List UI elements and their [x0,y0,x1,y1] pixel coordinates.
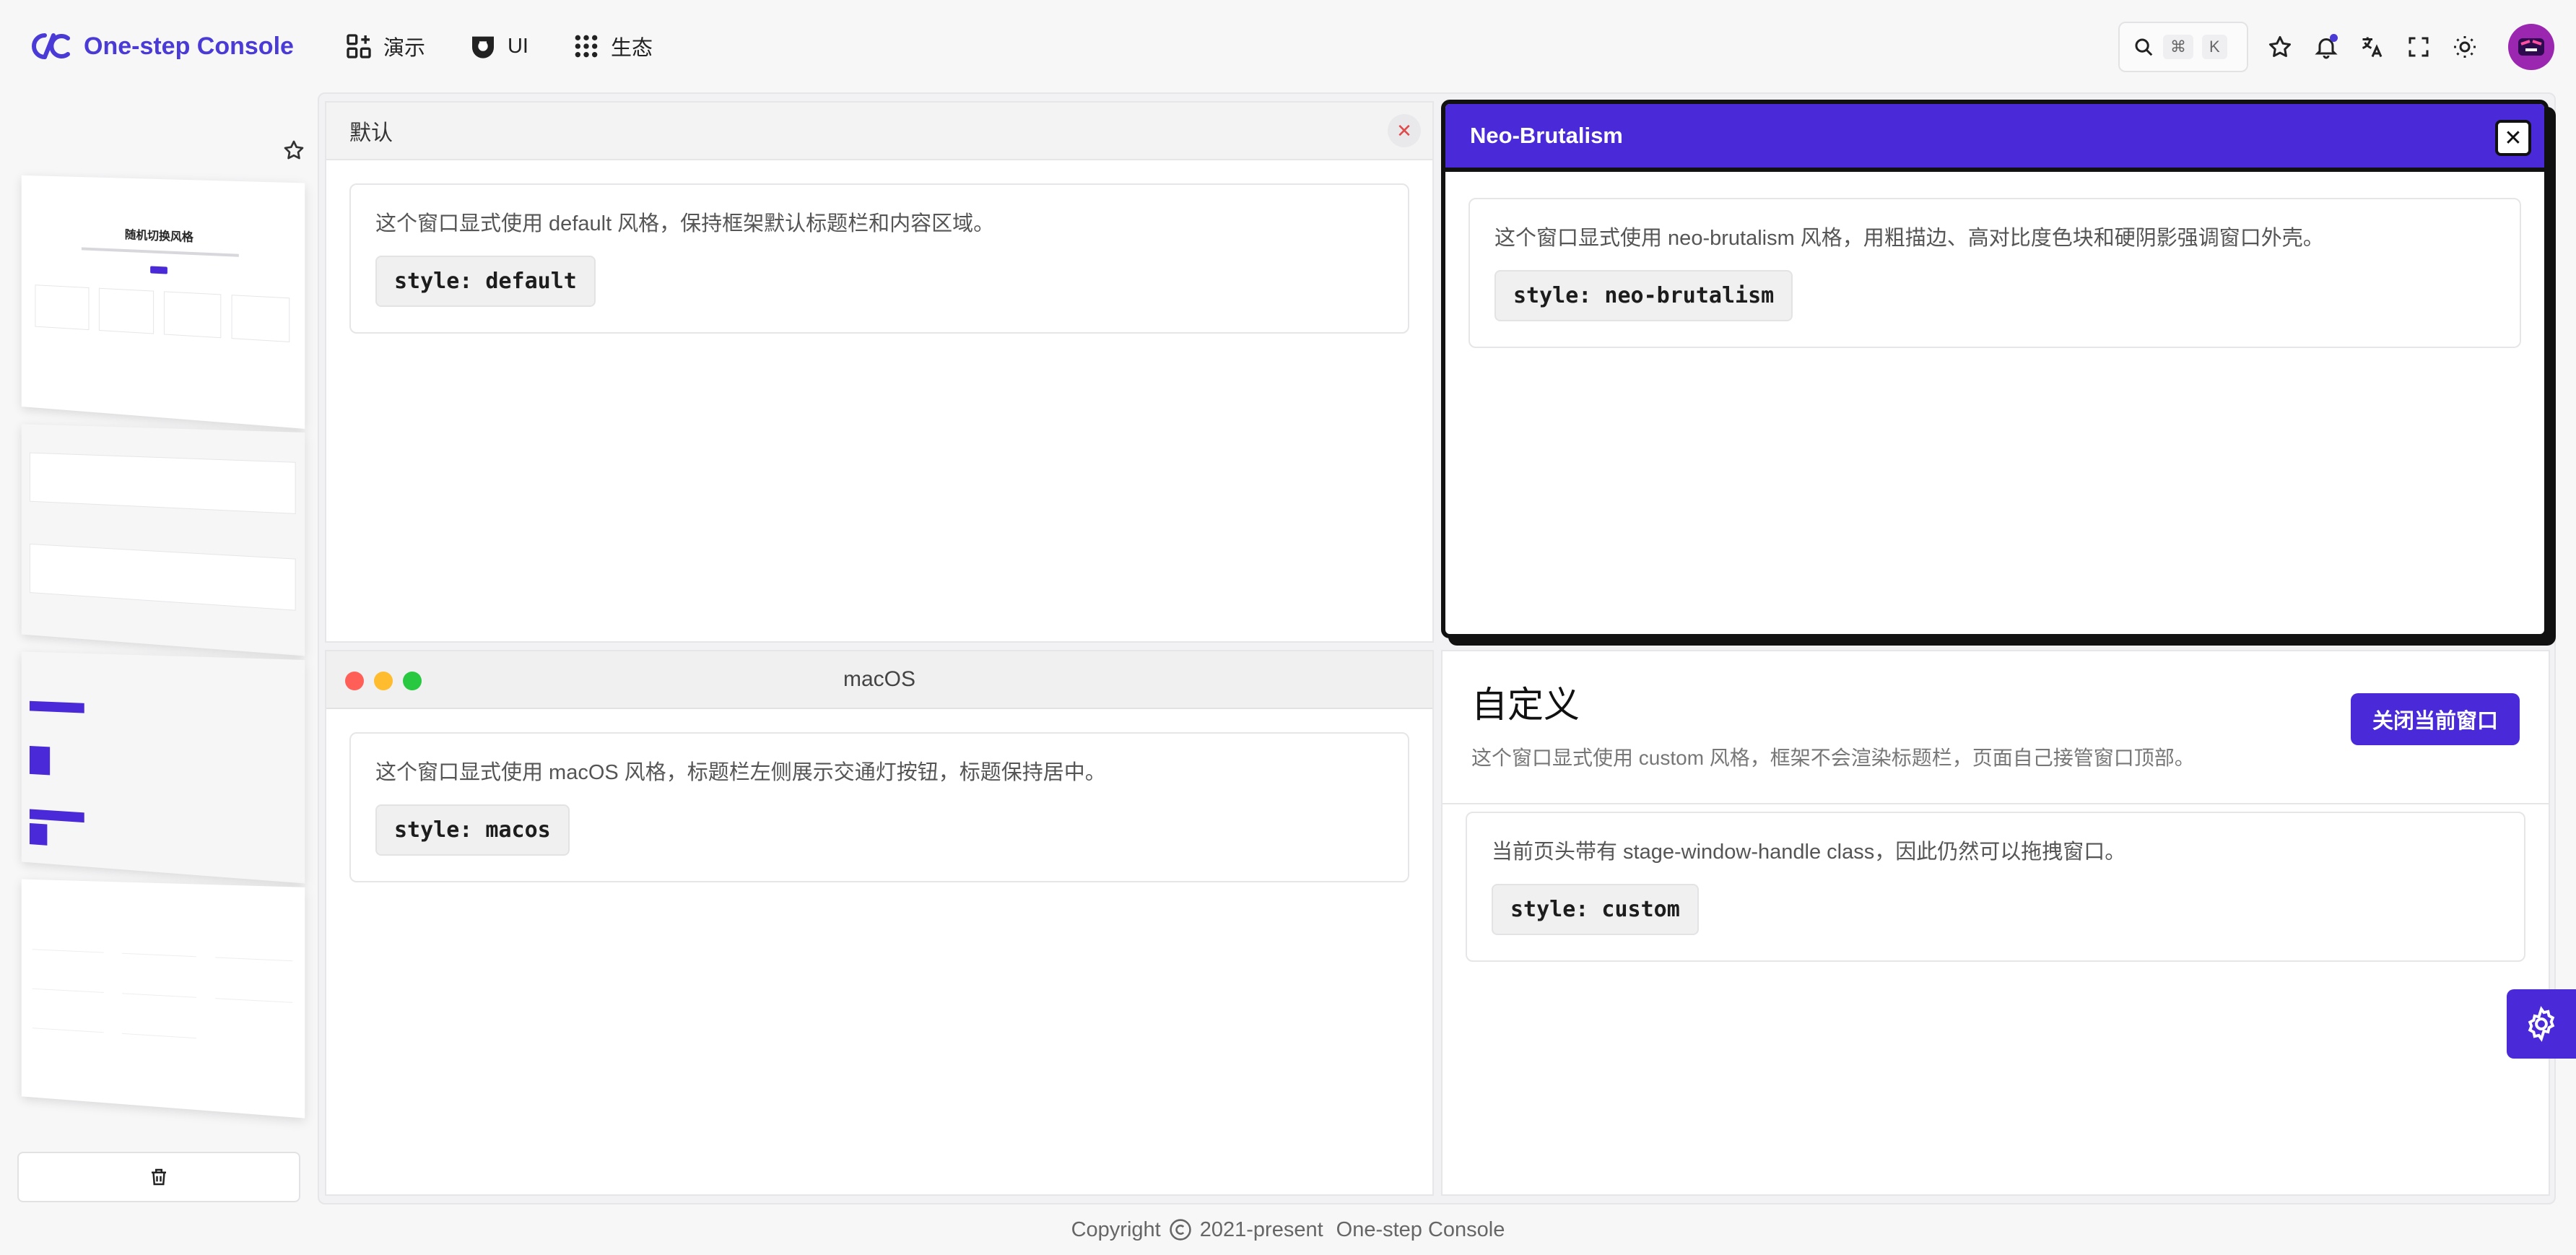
notification-dot [2330,34,2338,42]
traffic-lights [345,672,422,690]
window-title: Neo-Brutalism [1470,123,1623,148]
translate-icon [2362,37,2383,58]
brand[interactable]: One-step Console [29,31,294,61]
window-close-button[interactable]: ✕ [1388,114,1421,147]
brand-name: One-step Console [84,32,294,60]
gear-icon [2528,1006,2555,1042]
nav-item-label: 生态 [610,37,653,60]
thumbnail-stack: 随机切换风格 [16,175,305,1219]
window-macos[interactable]: macOS 这个窗口显式使用 macOS 风格，标题栏左侧展示交通灯按钮，标题保… [325,650,1434,1196]
pin-favorite-button[interactable] [278,134,310,166]
maximize-traffic-light[interactable] [403,672,422,690]
settings-button[interactable] [2507,989,2576,1059]
fullscreen-icon [2409,37,2429,57]
window-close-button[interactable]: ✕ [2495,120,2531,156]
avatar[interactable] [2508,24,2554,70]
notification-button[interactable] [2312,32,2341,61]
clear-windows-button[interactable] [17,1152,300,1202]
brand-logo-icon [32,33,70,59]
window-custom[interactable]: 自定义 这个窗口显式使用 custom 风格，框架不会渲染标题栏，页面自己接管窗… [1441,650,2550,1196]
close-traffic-light[interactable] [345,672,364,690]
style-code-chip: style: custom [1492,884,1699,935]
main-nav: 演示 UI 生态 [344,31,653,61]
close-current-window-button[interactable]: 关闭当前窗口 [2350,693,2520,745]
card-description: 这个窗口显式使用 default 风格，保持框架默认标题栏和内容区域。 [375,212,995,235]
copyright-label: Copyright [1071,1217,1161,1241]
window-thumbnail[interactable] [21,424,305,656]
style-code-chip: style: neo-brutalism [1494,270,1793,321]
window-titlebar[interactable]: 默认 [326,103,1432,160]
copyright-owner[interactable]: One-step Console [1336,1218,1505,1242]
minimize-traffic-light[interactable] [374,672,393,690]
shortcut-k-key: K [2202,35,2227,59]
language-button[interactable] [2358,32,2387,61]
window-title: 默认 [349,121,393,145]
window-title: macOS [843,667,916,691]
window-titlebar[interactable]: Neo-Brutalism [1445,104,2544,172]
nav-item-demo[interactable]: 演示 [344,31,425,61]
card-description: 这个窗口显式使用 neo-brutalism 风格，用粗描边、高对比度色块和硬阴… [1494,227,2324,250]
theme-toggle-button[interactable] [2450,32,2479,61]
shortcut-cmd-key: ⌘ [2163,35,2193,59]
nav-item-label: 演示 [383,37,425,60]
footer: Copyright 2021-present One-step Console [0,1213,2576,1246]
copyright-icon [1170,1219,1191,1241]
content-card: 当前页头带有 stage-window-handle class，因此仍然可以拖… [1466,812,2525,962]
card-description: 这个窗口显式使用 macOS 风格，标题栏左侧展示交通灯按钮，标题保持居中。 [375,761,1106,784]
window-thumbnail[interactable]: 随机切换风格 [21,175,305,429]
window-default[interactable]: 默认 ✕ 这个窗口显式使用 default 风格，保持框架默认标题栏和内容区域。… [325,101,1434,643]
content-card: 这个窗口显式使用 macOS 风格，标题栏左侧展示交通灯按钮，标题保持居中。 s… [349,732,1409,882]
favorite-button[interactable] [2266,32,2294,61]
window-thumbnail[interactable] [21,879,305,1119]
card-description: 当前页头带有 stage-window-handle class，因此仍然可以拖… [1492,841,2126,864]
window-neo-brutalism[interactable]: Neo-Brutalism ✕ 这个窗口显式使用 neo-brutalism 风… [1441,100,2549,638]
top-header: One-step Console 演示 UI 生态 ⌘ K [0,0,2576,92]
style-code-chip: style: macos [375,804,570,856]
star-icon [2269,36,2291,57]
nav-item-label: UI [507,34,528,58]
trash-icon [152,1168,166,1186]
fullscreen-button[interactable] [2404,32,2433,61]
content-card: 这个窗口显式使用 neo-brutalism 风格，用粗描边、高对比度色块和硬阴… [1468,198,2521,348]
ui-icon [471,36,494,58]
copyright-years: 2021-present [1199,1217,1323,1241]
window-titlebar[interactable]: macOS [326,651,1432,709]
window-thumbnail-sidebar: 随机切换风格 [0,92,318,1204]
custom-window-header[interactable]: 自定义 这个窗口显式使用 custom 风格，框架不会渲染标题栏，页面自己接管窗… [1443,651,2549,804]
nav-item-ui[interactable]: UI [469,32,528,61]
window-thumbnail[interactable] [21,651,305,884]
style-code-chip: style: default [375,256,596,307]
search-icon [2135,38,2153,56]
search-button[interactable]: ⌘ K [2118,22,2248,72]
nav-item-ecosystem[interactable]: 生态 [572,31,653,61]
dashboard-grid-icon [347,34,371,58]
close-icon: ✕ [1396,119,1412,142]
window-subtitle: 这个窗口显式使用 custom 风格，框架不会渲染标题栏，页面自己接管窗口顶部。 [1471,747,2195,769]
avatar-face-icon [2518,38,2544,56]
thumbnail-title: 随机切换风格 [124,229,193,244]
close-icon: ✕ [2504,126,2523,150]
sun-icon [2454,36,2476,58]
content-card: 这个窗口显式使用 default 风格，保持框架默认标题栏和内容区域。 styl… [349,183,1409,334]
apps-grid-icon [575,35,598,58]
header-actions: ⌘ K [2118,22,2554,72]
star-icon [284,140,304,160]
